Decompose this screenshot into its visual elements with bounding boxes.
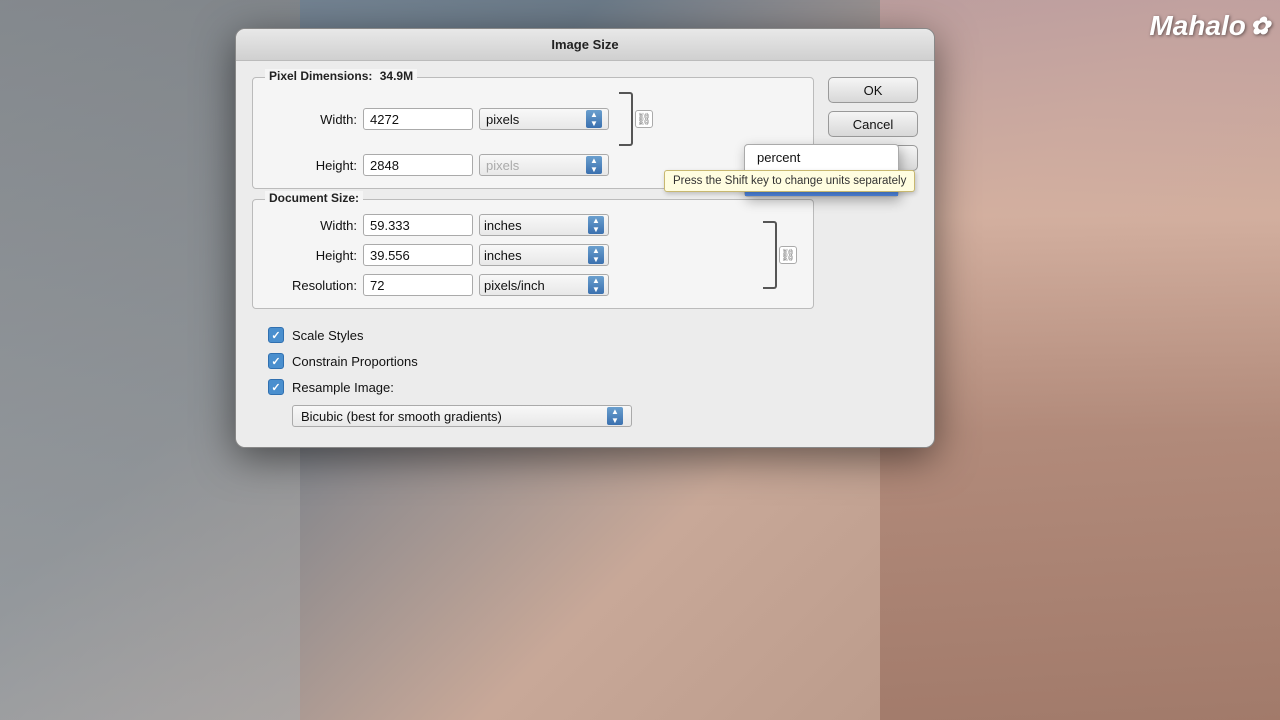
scale-styles-row: Scale Styles: [268, 327, 814, 343]
resample-method-dropdown[interactable]: Bicubic (best for smooth gradients) ▲ ▼: [292, 405, 632, 427]
doc-height-arrow-down: ▼: [592, 256, 600, 264]
dialog-content: Pixel Dimensions: 34.9M Width: pixels ▲ …: [236, 61, 934, 447]
doc-height-unit-dropdown[interactable]: inches ▲ ▼: [479, 244, 609, 266]
resample-method-text: Bicubic (best for smooth gradients): [301, 409, 502, 424]
mahalo-text: Mahalo: [1149, 10, 1245, 42]
doc-resolution-arrows: ▲ ▼: [588, 276, 604, 294]
resample-arrow-down: ▼: [611, 417, 619, 425]
resample-arrow-up: ▲: [611, 408, 619, 416]
dialog-title-bar: Image Size: [236, 29, 934, 61]
pixel-link-bracket: ⛓: [619, 92, 653, 146]
popup-item-percent[interactable]: percent: [745, 145, 898, 170]
link-chain-icon[interactable]: ⛓: [635, 110, 653, 128]
height-arrow-up: ▲: [590, 157, 598, 165]
doc-width-label: Width:: [269, 218, 357, 233]
doc-width-unit-dropdown[interactable]: inches ▲ ▼: [479, 214, 609, 236]
doc-height-label: Height:: [269, 248, 357, 263]
checkboxes-section: Scale Styles Constrain Proportions Resam…: [252, 319, 814, 431]
doc-resolution-label: Resolution:: [269, 278, 357, 293]
pixel-height-unit-dropdown[interactable]: pixels ▲ ▼: [479, 154, 609, 176]
image-size-dialog: Image Size Pixel Dimensions: 34.9M Width…: [235, 28, 935, 448]
arrow-down-icon: ▼: [590, 120, 598, 128]
ok-button[interactable]: OK: [828, 77, 918, 103]
pixel-unit-dropdown[interactable]: pixels ▲ ▼: [479, 108, 609, 130]
shift-key-tooltip: Press the Shift key to change units sepa…: [664, 170, 915, 192]
document-size-section: Document Size: Width: inches ▲ ▼: [252, 199, 814, 309]
pixel-dimensions-section-title: Pixel Dimensions: 34.9M: [265, 69, 417, 83]
bg-right: [880, 0, 1280, 720]
doc-link-bracket: ⛓: [763, 221, 797, 289]
doc-resolution-row: Resolution: pixels/inch ▲ ▼: [269, 274, 757, 296]
dialog-buttons: OK Cancel Auto...: [828, 77, 918, 431]
doc-fields: Width: inches ▲ ▼: [269, 214, 757, 296]
doc-resolution-unit-text: pixels/inch: [484, 278, 545, 293]
height-arrow-down: ▼: [590, 166, 598, 174]
doc-link-chain-icon[interactable]: ⛓: [779, 246, 797, 264]
constrain-proportions-row: Constrain Proportions: [268, 353, 814, 369]
pixel-dropdown-container: pixels ▲ ▼ percent pixels: [479, 108, 609, 130]
scale-styles-label: Scale Styles: [292, 328, 364, 343]
mahalo-logo: Mahalo ✿: [1149, 10, 1270, 42]
pixel-width-label: Width:: [269, 112, 357, 127]
cancel-button[interactable]: Cancel: [828, 111, 918, 137]
doc-height-arrow-up: ▲: [592, 247, 600, 255]
doc-width-unit-text: inches: [484, 218, 522, 233]
doc-width-arrow-down: ▼: [592, 226, 600, 234]
pixel-unit-text: pixels: [486, 112, 519, 127]
resample-image-row: Resample Image:: [268, 379, 814, 395]
resample-image-checkbox[interactable]: [268, 379, 284, 395]
pixel-height-input[interactable]: [363, 154, 473, 176]
doc-width-arrow-up: ▲: [592, 217, 600, 225]
pixel-width-row: Width: pixels ▲ ▼ perce: [269, 92, 797, 146]
resample-image-label: Resample Image:: [292, 380, 394, 395]
doc-fields-and-bracket: Width: inches ▲ ▼: [269, 214, 797, 296]
dialog-title: Image Size: [551, 37, 618, 52]
pixel-bracket-right: [619, 92, 633, 146]
doc-bracket-right: [763, 221, 777, 289]
height-dropdown-arrows: ▲ ▼: [586, 156, 602, 174]
pixel-dimensions-section: Pixel Dimensions: 34.9M Width: pixels ▲ …: [252, 77, 814, 189]
doc-width-input[interactable]: [363, 214, 473, 236]
constrain-proportions-label: Constrain Proportions: [292, 354, 418, 369]
pixel-height-unit-text: pixels: [486, 158, 519, 173]
document-size-title: Document Size:: [265, 191, 363, 205]
pixel-dimensions-value: 34.9M: [380, 69, 413, 83]
scale-styles-checkbox[interactable]: [268, 327, 284, 343]
doc-height-row: Height: inches ▲ ▼: [269, 244, 757, 266]
doc-res-arrow-down: ▼: [592, 286, 600, 294]
doc-res-arrow-up: ▲: [592, 277, 600, 285]
resample-arrows: ▲ ▼: [607, 407, 623, 425]
arrow-up-icon: ▲: [590, 111, 598, 119]
dialog-main: Pixel Dimensions: 34.9M Width: pixels ▲ …: [252, 77, 814, 431]
pixel-height-label: Height:: [269, 158, 357, 173]
doc-resolution-unit-dropdown[interactable]: pixels/inch ▲ ▼: [479, 274, 609, 296]
doc-width-arrows: ▲ ▼: [588, 216, 604, 234]
dropdown-arrows: ▲ ▼: [586, 110, 602, 128]
pixel-width-input[interactable]: [363, 108, 473, 130]
doc-height-unit-text: inches: [484, 248, 522, 263]
doc-height-input[interactable]: [363, 244, 473, 266]
doc-width-row: Width: inches ▲ ▼: [269, 214, 757, 236]
mahalo-flower-icon: ✿: [1250, 12, 1270, 41]
doc-resolution-input[interactable]: [363, 274, 473, 296]
constrain-proportions-checkbox[interactable]: [268, 353, 284, 369]
doc-height-arrows: ▲ ▼: [588, 246, 604, 264]
